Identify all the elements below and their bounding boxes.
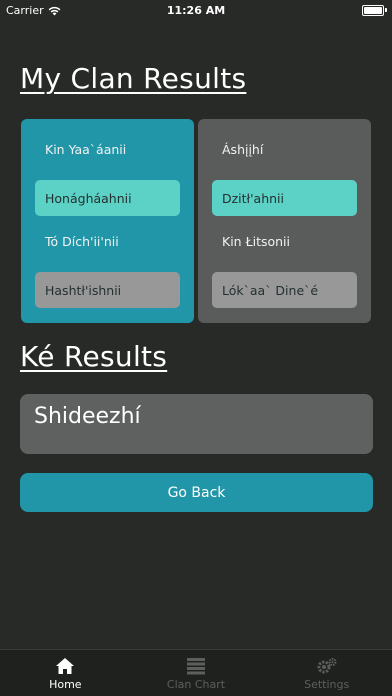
battery-icon [362,5,384,16]
tab-clan-chart-label: Clan Chart [166,678,226,691]
right-card-label-2: Kin Łitsonii [222,234,290,249]
go-back-button[interactable]: Go Back [20,473,373,512]
tab-settings[interactable]: Settings [261,650,392,696]
ke-result-value: Shideezhí [20,394,373,454]
right-card-pill-1[interactable]: Dzitł'ahnii [212,180,357,216]
right-card-label-1: Áshįįhí [222,142,264,157]
tab-settings-label: Settings [304,678,350,691]
right-card-pill-2[interactable]: Lók`aa` Dine`é [212,272,357,308]
list-icon [187,658,205,675]
left-card-label-2: Tó Dích'ii'nii [45,234,119,249]
left-card-label-1: Kin Yaa`áanii [45,142,127,157]
tab-home-label: Home [49,678,82,691]
paternal-clan-card: Áshįįhí Dzitł'ahnii Kin Łitsonii Lók`aa`… [198,119,371,323]
gear-icon [317,658,337,674]
home-icon [56,658,75,674]
battery-tip [385,8,387,12]
left-card-pill-1[interactable]: Honágháahnii [35,180,180,216]
status-time: 11:26 AM [166,4,226,17]
left-card-pill-2[interactable]: Hashtł'ishnii [35,272,180,308]
ke-results-title: Ké Results [20,340,168,373]
maternal-clan-card: Kin Yaa`áanii Honágháahnii Tó Dích'ii'ni… [21,119,194,323]
tab-clan-chart[interactable]: Clan Chart [131,650,262,696]
tab-bar: Home Clan Chart Settings [0,649,392,696]
status-bar: Carrier 11:26 AM [0,0,392,20]
tab-home[interactable]: Home [0,650,131,696]
clan-results-title: My Clan Results [20,62,247,95]
